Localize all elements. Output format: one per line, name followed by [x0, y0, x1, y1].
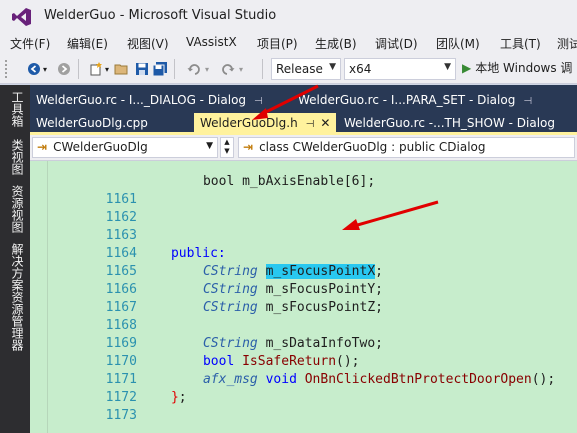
solution-platform-combo[interactable]: x64 ▼ — [344, 58, 456, 80]
chevron-down-icon: ▼ — [444, 62, 451, 72]
visual-studio-logo-icon — [12, 8, 31, 26]
toolbar-separator — [262, 59, 263, 79]
code-line: 1161 — [50, 173, 171, 207]
line-number: 1173 — [105, 408, 137, 423]
code-line: 1165 CString m_sFocusPointX; — [50, 245, 383, 279]
tab-label: WelderGuoDlg.cpp — [36, 116, 148, 130]
run-target-label: 本地 Windows 调 — [475, 61, 573, 75]
menu-bar: 文件(F) 编辑(E) 视图(V) VAssistX 项目(P) 生成(B) 调… — [0, 32, 577, 54]
tab-label: WelderGuo.rc -...TH_SHOW - Dialog — [344, 116, 556, 130]
class-icon: ⇥ — [243, 140, 254, 154]
window-title: WelderGuo - Microsoft Visual Studio — [44, 8, 277, 23]
menu-project[interactable]: 项目(P) — [257, 35, 298, 52]
menu-build[interactable]: 生成(B) — [315, 35, 357, 52]
undo-icon[interactable] — [184, 59, 204, 79]
code-line: 1170 bool IsSafeReturn(); — [50, 335, 360, 369]
start-debugging-button[interactable]: ▶ 本地 Windows 调 — [462, 59, 572, 79]
code-line: 1166 CString m_sFocusPointY; — [50, 263, 383, 297]
chevron-down-icon: ▼ — [206, 141, 213, 151]
tab-label: WelderGuoDlg.h — [200, 116, 298, 130]
toolbar-grip-icon[interactable] — [4, 59, 8, 79]
class-scope-combo[interactable]: ⇥ CWelderGuoDlg ▼ — [32, 137, 218, 158]
code-line: 1171 afx_msg void OnBnClickedBtnProtectDo… — [50, 353, 556, 387]
solution-configuration-value: Release — [276, 62, 323, 76]
pin-icon[interactable]: ⊣ — [306, 119, 315, 130]
menu-vassistx[interactable]: VAssistX — [186, 35, 237, 49]
menu-edit[interactable]: 编辑(E) — [67, 35, 108, 52]
solution-platform-value: x64 — [349, 62, 372, 76]
play-icon: ▶ — [462, 61, 472, 75]
menu-team[interactable]: 团队(M) — [436, 35, 480, 52]
tab-label: WelderGuo.rc - I..._DIALOG - Dialog — [36, 93, 247, 107]
nav-spinner[interactable]: ▲ ▼ — [220, 137, 234, 158]
code-line: 1173 — [50, 389, 171, 423]
title-bar: WelderGuo - Microsoft Visual Studio — [0, 0, 577, 32]
toolbar-separator — [174, 59, 175, 79]
identifier: m_sFocusPointZ — [265, 300, 376, 315]
code-line: 1163 — [50, 209, 171, 243]
class-icon: ⇥ — [37, 140, 48, 154]
tab-weldergoo-rc-dialog[interactable]: WelderGuo.rc - I..._DIALOG - Dialog ⊣ — [30, 90, 269, 110]
code-editor[interactable]: bool m_bAxisEnable[6]; 1161 1162 1163 11… — [30, 161, 577, 433]
tab-welderguodlg-h[interactable]: WelderGuoDlg.h ⊣ ✕ — [194, 113, 337, 133]
navigate-back-dropdown-icon[interactable]: ▾ — [40, 59, 50, 79]
redo-dropdown-icon[interactable]: ▾ — [236, 59, 246, 79]
chevron-down-icon: ▼ — [329, 62, 336, 72]
code-line: 1168 — [50, 299, 171, 333]
closing-brace: }; — [170, 390, 187, 405]
navigation-bar: ⇥ CWelderGuoDlg ▼ ▲ ▼ ⇥ class CWelderGuoDlg… — [30, 135, 577, 161]
save-icon[interactable] — [132, 59, 152, 79]
side-tab-class-view[interactable]: 类视图 — [6, 139, 24, 175]
menu-file[interactable]: 文件(F) — [10, 35, 50, 52]
macro-name: afx_msg — [202, 372, 258, 387]
tab-welderguodlg-cpp[interactable]: WelderGuoDlg.cpp — [30, 113, 154, 133]
menu-tools[interactable]: 工具(T) — [500, 35, 541, 52]
menu-debug[interactable]: 调试(D) — [375, 35, 418, 52]
new-dropdown-icon[interactable]: ▾ — [102, 59, 112, 79]
pin-icon[interactable]: ⊣ — [523, 96, 532, 107]
class-scope-value: CWelderGuoDlg — [53, 140, 148, 154]
type-name: CString — [202, 300, 258, 315]
undo-dropdown-icon[interactable]: ▾ — [202, 59, 212, 79]
toolbar-separator — [78, 59, 79, 79]
open-file-icon[interactable] — [112, 59, 132, 79]
menu-view[interactable]: 视图(V) — [127, 35, 169, 52]
save-all-icon[interactable] — [150, 59, 170, 79]
document-well: WelderGuo.rc - I..._DIALOG - Dialog ⊣ Wel… — [30, 85, 577, 433]
code-line: 1164 public: — [50, 227, 226, 261]
code-line-partial: bool m_bAxisEnable[6]; — [202, 174, 376, 189]
code-line: 1169 CString m_sDataInfoTwo; — [50, 317, 383, 351]
tab-weldergoo-rc-th-show[interactable]: WelderGuo.rc -...TH_SHOW - Dialog — [338, 113, 561, 133]
keyword: void — [265, 372, 297, 387]
side-tab-solution-explorer[interactable]: 解决方案资源管理器 — [6, 243, 24, 351]
close-icon[interactable]: ✕ — [320, 116, 330, 130]
navigate-forward-icon[interactable] — [54, 59, 74, 79]
code-line: 1162 — [50, 191, 171, 225]
pin-icon[interactable]: ⊣ — [254, 96, 263, 107]
member-scope-value: class CWelderGuoDlg : public CDialog — [259, 140, 486, 154]
selection-margin[interactable] — [30, 161, 48, 433]
standard-toolbar: ▾ ▾ ▾ ▾ Release ▼ x64 ▼ ▶ 本地 Windows 调 — [0, 54, 577, 84]
code-line: 1167 CString m_sFocusPointZ; — [50, 281, 383, 315]
tab-label: WelderGuo.rc - I...PARA_SET - Dialog — [298, 93, 516, 107]
solution-configuration-combo[interactable]: Release ▼ — [271, 58, 341, 80]
side-tool-tabs: 工具箱 类视图 资源视图 解决方案资源管理器 — [0, 85, 30, 433]
side-tab-toolbox[interactable]: 工具箱 — [6, 91, 24, 127]
side-tab-resource-view[interactable]: 资源视图 — [6, 185, 24, 233]
redo-icon[interactable] — [218, 59, 238, 79]
tab-weldergoo-rc-para-set[interactable]: WelderGuo.rc - I...PARA_SET - Dialog ⊣ — [292, 90, 538, 110]
code-line: 1172}; — [50, 371, 187, 405]
menu-test[interactable]: 测试 — [557, 35, 577, 52]
member-scope-combo[interactable]: ⇥ class CWelderGuoDlg : public CDialog — [238, 137, 575, 158]
function-name: OnBnClickedBtnProtectDoorOpen — [304, 372, 532, 387]
